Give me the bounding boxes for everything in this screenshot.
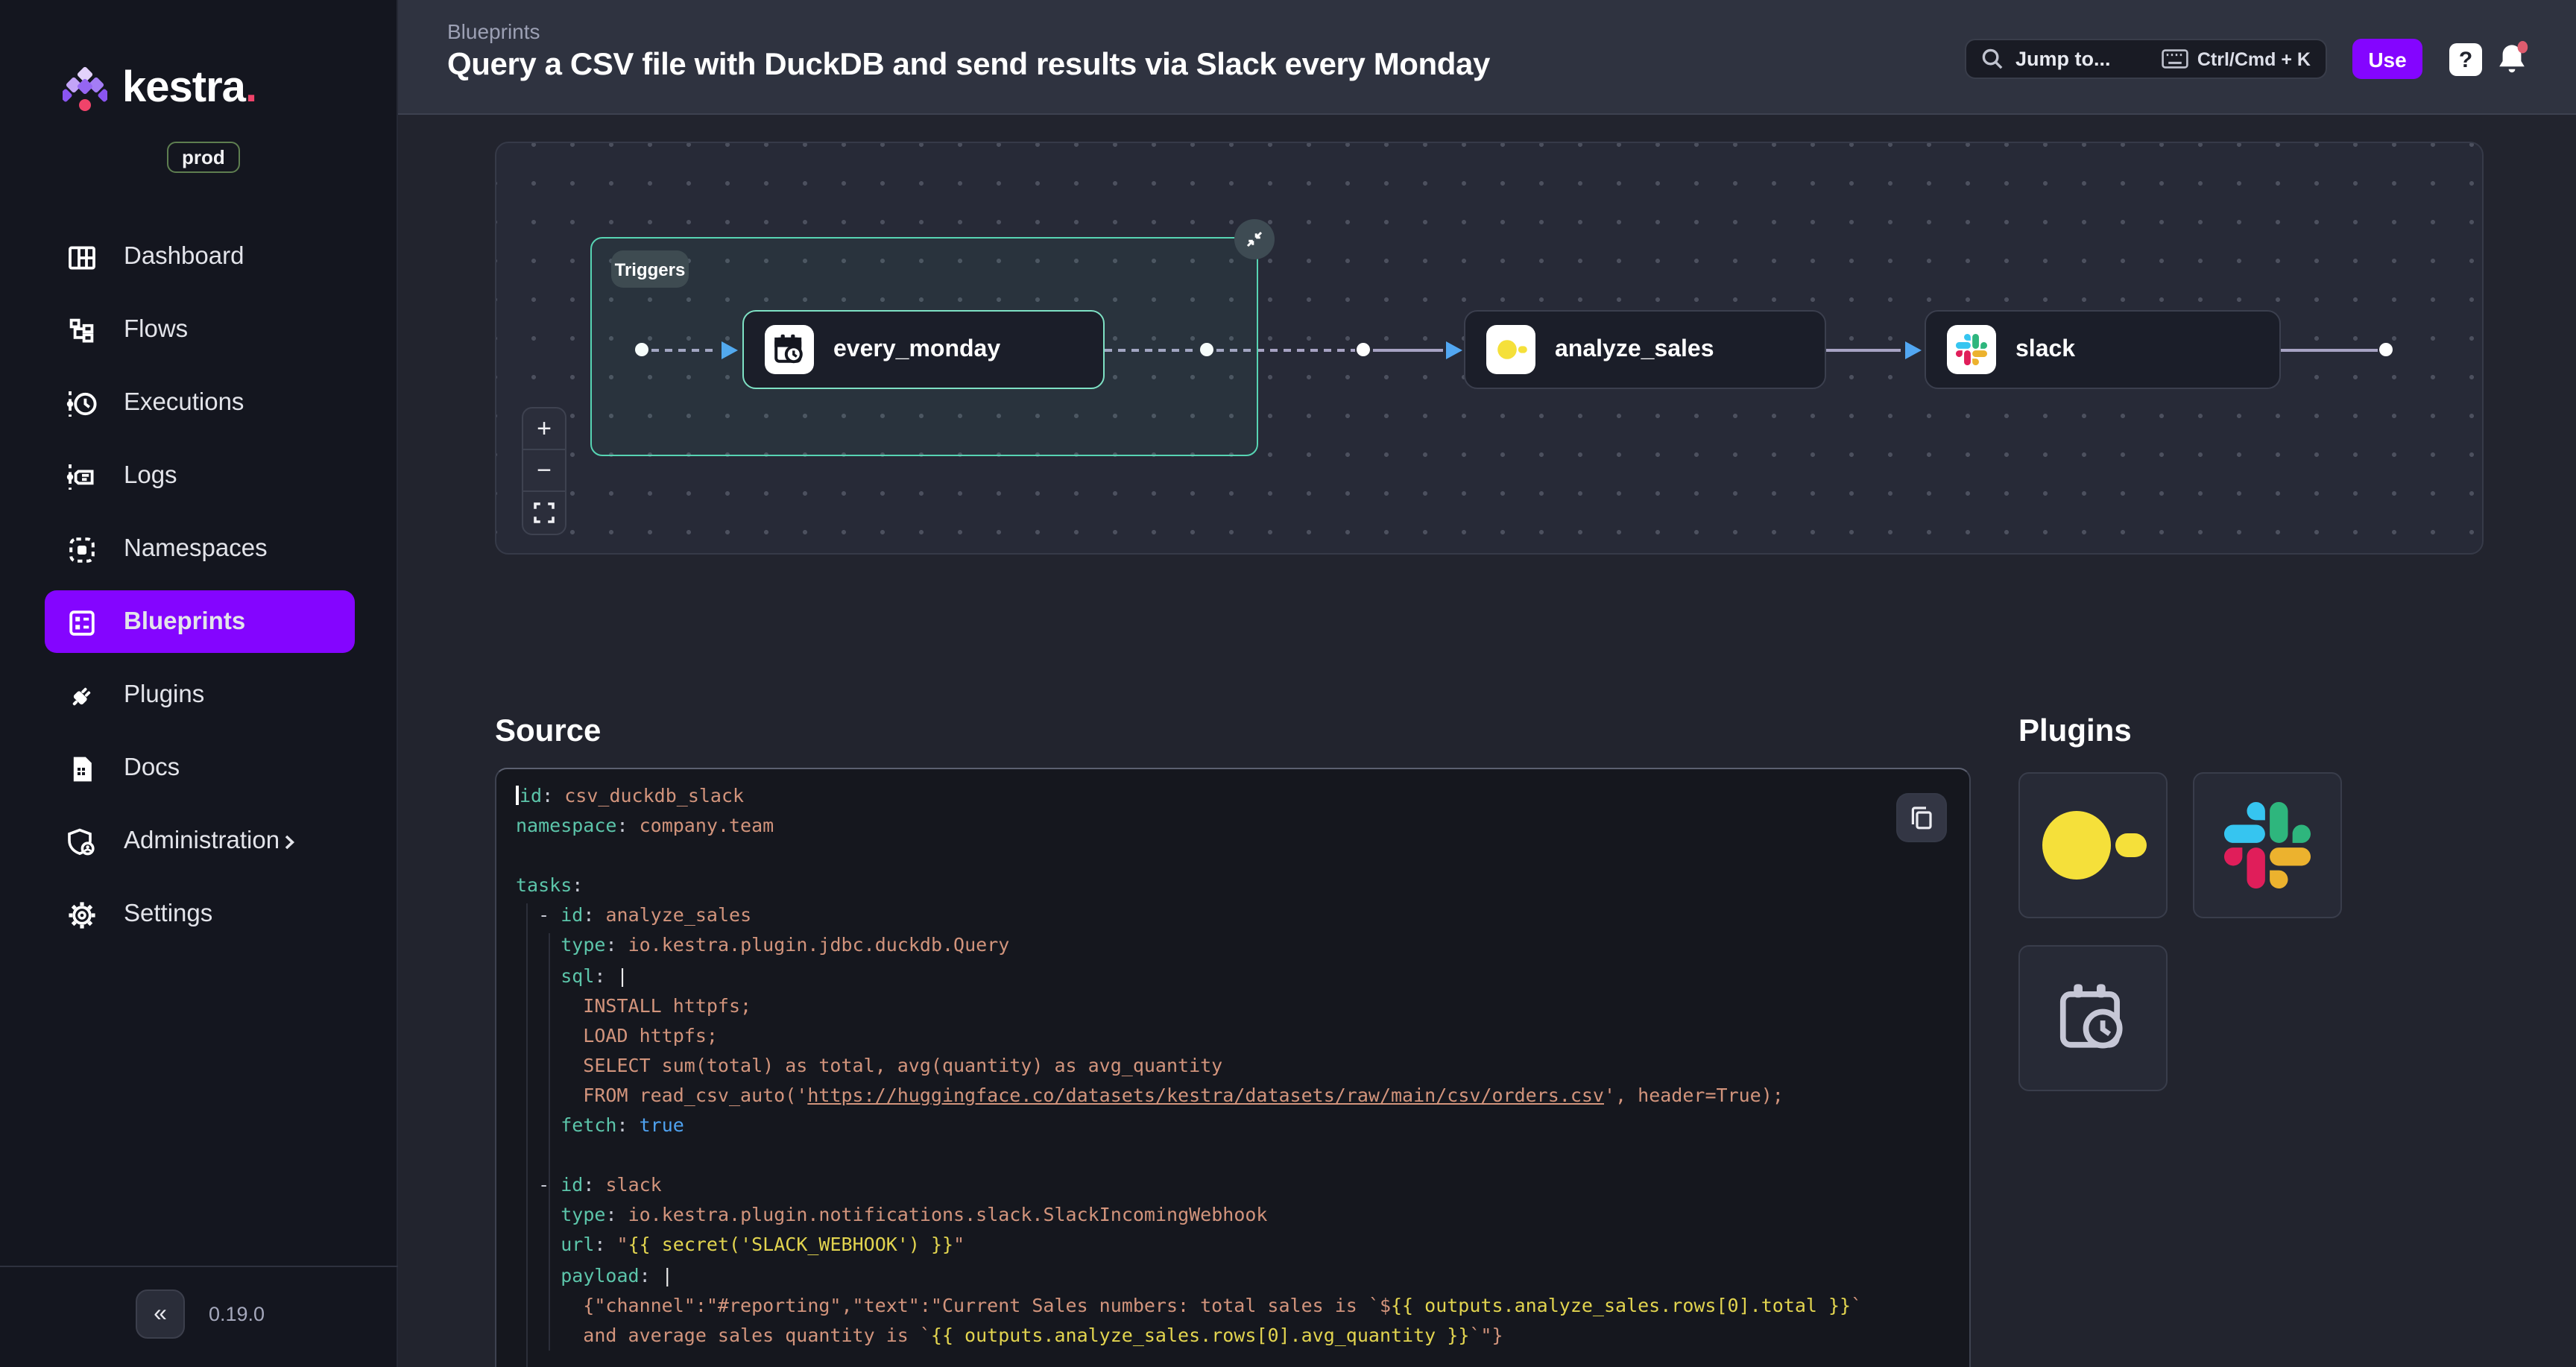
source-heading: Source	[495, 714, 601, 750]
logs-icon	[66, 460, 98, 493]
namespaces-icon	[66, 533, 98, 566]
collapse-group-button[interactable]	[1234, 219, 1275, 259]
duckdb-icon	[2036, 802, 2150, 888]
notifications-button[interactable]	[2496, 40, 2531, 79]
jump-to-search[interactable]: Jump to... Ctrl/Cmd + K	[1965, 39, 2327, 79]
node-label: analyze_sales	[1555, 336, 1714, 363]
sidebar-item-namespaces[interactable]: Namespaces	[0, 513, 398, 586]
sidebar-item-label: Blueprints	[124, 608, 245, 637]
node-label: slack	[2015, 336, 2075, 363]
edge-solid	[1373, 348, 1443, 351]
flows-icon	[66, 314, 98, 347]
search-shortcut: Ctrl/Cmd + K	[2162, 48, 2311, 69]
zoom-in-button[interactable]: +	[523, 408, 565, 450]
slack-icon	[2224, 802, 2311, 888]
brand-dot: .	[245, 63, 256, 111]
sidebar-item-label: Plugins	[124, 681, 204, 710]
code-lines: id: csv_duckdb_slacknamespace: company.t…	[516, 781, 1862, 1367]
plugin-card-duckdb[interactable]	[2018, 772, 2168, 918]
node-analyze-sales[interactable]: analyze_sales	[1464, 310, 1826, 389]
sidebar-item-label: Flows	[124, 316, 188, 344]
node-every-monday[interactable]: every_monday	[742, 310, 1105, 389]
topology-canvas[interactable]: + − Triggers	[495, 142, 2484, 555]
administration-icon	[66, 825, 98, 858]
edge-end-dot	[2379, 343, 2393, 356]
source-code-panel[interactable]: id: csv_duckdb_slacknamespace: company.t…	[495, 768, 1971, 1367]
sidebar-item-blueprints[interactable]: Blueprints	[0, 586, 398, 659]
brand-name: kestra.	[122, 63, 256, 113]
notification-badge	[2518, 41, 2528, 53]
app-version: 0.19.0	[209, 1303, 265, 1325]
sidebar-nav: Dashboard Flows Executions Logs	[0, 221, 398, 951]
sidebar-item-label: Settings	[124, 900, 212, 929]
kestra-logo[interactable]: kestra.	[63, 63, 256, 113]
edge-arrow	[1905, 341, 1922, 359]
use-button[interactable]: Use	[2352, 39, 2422, 79]
search-shortcut-label: Ctrl/Cmd + K	[2197, 48, 2311, 69]
plugin-card-schedule[interactable]	[2018, 945, 2168, 1091]
kestra-app: kestra. prod Dashboard Flows Executions	[0, 0, 2576, 1367]
sidebar-item-logs[interactable]: Logs	[0, 440, 398, 513]
sidebar-item-label: Docs	[124, 754, 180, 783]
topbar: Blueprints Query a CSV file with DuckDB …	[398, 0, 2576, 115]
sidebar-item-label: Dashboard	[124, 243, 244, 271]
fit-view-button[interactable]	[523, 492, 565, 534]
sidebar-item-flows[interactable]: Flows	[0, 294, 398, 367]
environment-badge: prod	[167, 142, 240, 173]
plugin-card-slack[interactable]	[2193, 772, 2342, 918]
help-button[interactable]: ?	[2449, 43, 2482, 76]
sidebar-item-docs[interactable]: Docs	[0, 732, 398, 805]
dashboard-icon	[66, 241, 98, 274]
schedule-icon	[2054, 979, 2132, 1057]
edge-dot	[1357, 343, 1370, 356]
sidebar-item-executions[interactable]: Executions	[0, 367, 398, 440]
sidebar-item-label: Namespaces	[124, 535, 268, 563]
sidebar-item-label: Logs	[124, 462, 177, 490]
sidebar-collapse-button[interactable]: «	[136, 1289, 185, 1339]
node-slack[interactable]: slack	[1925, 310, 2281, 389]
executions-icon	[66, 387, 98, 420]
page-title: Query a CSV file with DuckDB and send re…	[447, 48, 1490, 83]
blueprints-icon	[66, 606, 98, 639]
triggers-group-label: Triggers	[611, 250, 689, 288]
sidebar-item-administration[interactable]: Administration	[0, 805, 398, 878]
settings-icon	[66, 898, 98, 931]
sidebar-item-dashboard[interactable]: Dashboard	[0, 221, 398, 294]
search-icon	[1981, 48, 2004, 70]
duckdb-icon	[1486, 325, 1535, 374]
sidebar-item-label: Administration	[124, 827, 280, 856]
sidebar-item-plugins[interactable]: Plugins	[0, 659, 398, 732]
sidebar-item-settings[interactable]: Settings	[0, 878, 398, 951]
keyboard-icon	[2162, 49, 2188, 69]
schedule-icon	[765, 325, 814, 374]
edge-solid	[1826, 348, 1901, 351]
sidebar-item-label: Executions	[124, 389, 244, 417]
docs-icon	[66, 752, 98, 785]
node-label: every_monday	[833, 336, 1000, 363]
sidebar-footer-divider	[0, 1266, 398, 1267]
breadcrumb[interactable]: Blueprints	[447, 19, 540, 43]
chevron-right-icon	[280, 833, 298, 850]
sidebar: kestra. prod Dashboard Flows Executions	[0, 0, 398, 1367]
kestra-logo-icon	[63, 63, 107, 113]
canvas-controls: + −	[522, 407, 566, 535]
copy-source-button[interactable]	[1896, 793, 1947, 842]
edge-solid	[2281, 348, 2378, 351]
main-content: + − Triggers	[398, 115, 2576, 1367]
slack-icon	[1947, 325, 1996, 374]
plugins-heading: Plugins	[2018, 714, 2132, 750]
zoom-out-button[interactable]: −	[523, 450, 565, 492]
search-placeholder: Jump to...	[2015, 48, 2150, 70]
plugins-icon	[66, 679, 98, 712]
edge-arrow	[1446, 341, 1462, 359]
